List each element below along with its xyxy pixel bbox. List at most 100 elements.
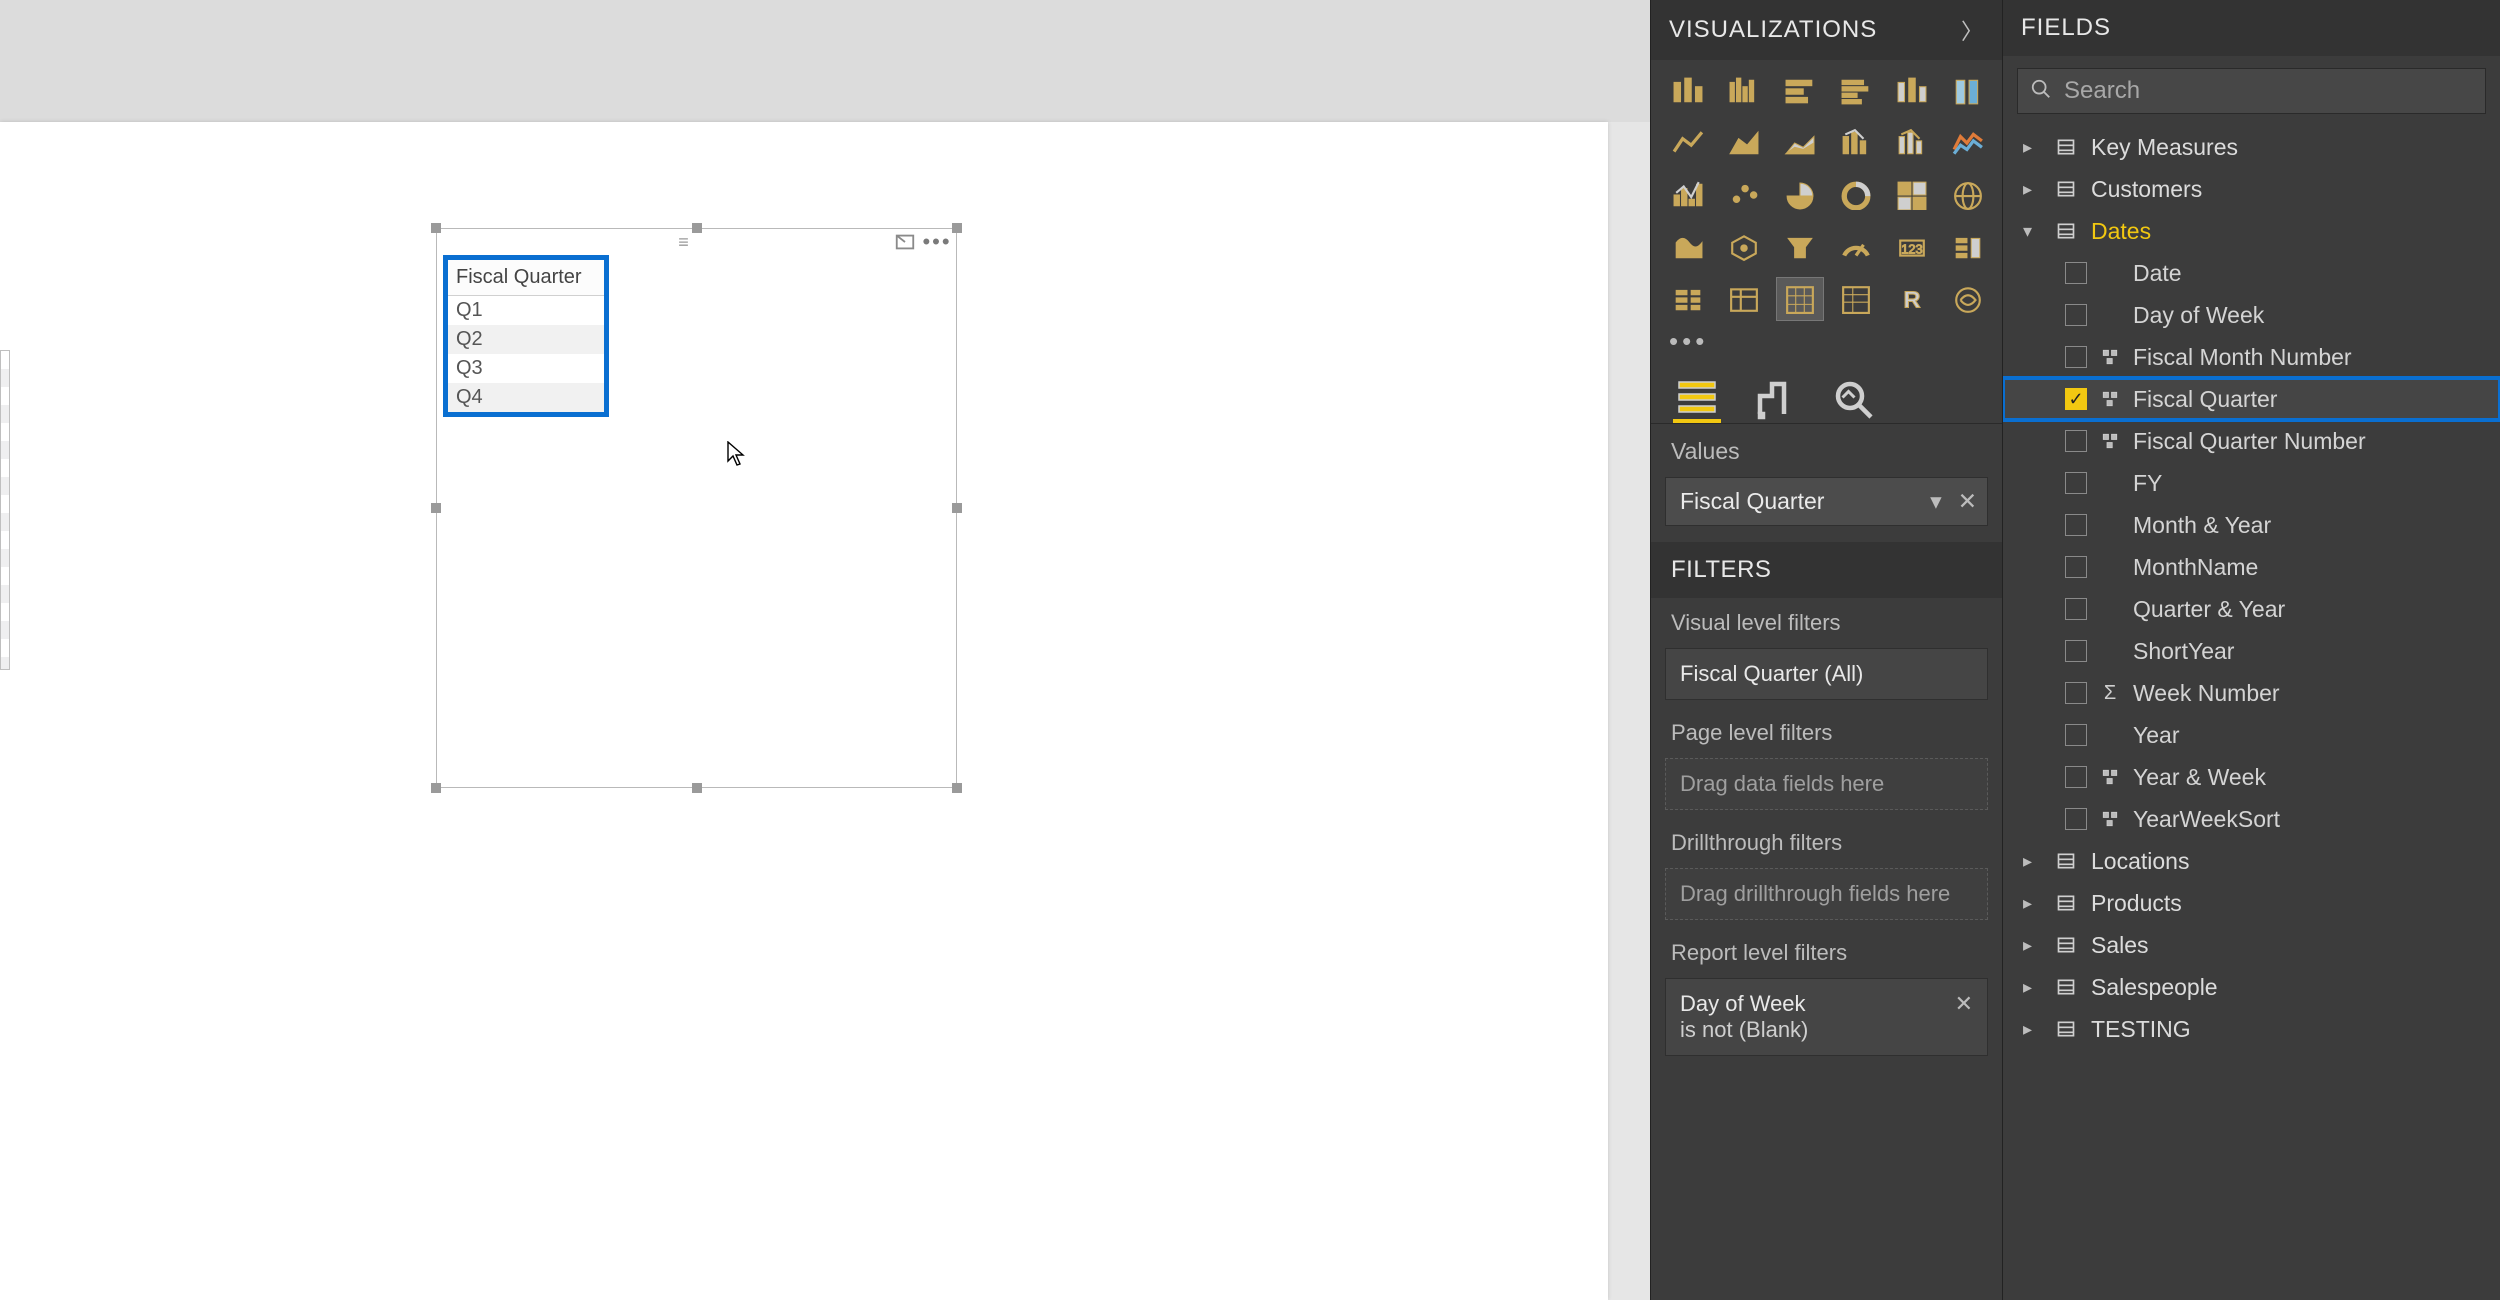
page-filters-dropzone[interactable]: Drag data fields here — [1665, 758, 1988, 810]
table-sales[interactable]: ▸Sales — [2003, 924, 2500, 966]
drillthrough-dropzone[interactable]: Drag drillthrough fields here — [1665, 868, 1988, 920]
viz-type-icon[interactable] — [1721, 174, 1767, 216]
tab-fields[interactable] — [1673, 375, 1721, 423]
filters-header[interactable]: FILTERS — [1651, 542, 2002, 598]
viz-type-icon[interactable] — [1945, 122, 1991, 164]
field-month-year[interactable]: Month & Year — [2003, 504, 2500, 546]
table-row[interactable]: Q4 — [448, 383, 604, 412]
collapse-pane-icon[interactable]: 〉 — [1961, 14, 1984, 46]
values-field-well[interactable]: Fiscal Quarter ▾ ✕ — [1665, 477, 1988, 526]
viz-type-icon[interactable] — [1833, 70, 1879, 112]
field-checkbox[interactable] — [2065, 724, 2087, 746]
field-fiscal-month-number[interactable]: Fiscal Month Number — [2003, 336, 2500, 378]
fields-search[interactable] — [2017, 68, 2486, 114]
field-checkbox[interactable] — [2065, 472, 2087, 494]
viz-type-icon[interactable] — [1889, 122, 1935, 164]
viz-type-icon[interactable] — [1721, 70, 1767, 112]
field-checkbox[interactable] — [2065, 640, 2087, 662]
field-checkbox[interactable] — [2065, 346, 2087, 368]
field-checkbox[interactable] — [2065, 262, 2087, 284]
viz-type-icon[interactable] — [1665, 174, 1711, 216]
resize-handle[interactable] — [431, 503, 441, 513]
field-checkbox[interactable] — [2065, 304, 2087, 326]
viz-type-icon[interactable] — [1665, 226, 1711, 268]
caret-right-icon[interactable]: ▸ — [2023, 1019, 2041, 1040]
table-salespeople[interactable]: ▸Salespeople — [2003, 966, 2500, 1008]
field-dropdown-icon[interactable]: ▾ — [1930, 488, 1942, 515]
table-dates[interactable]: ▾Dates — [2003, 210, 2500, 252]
viz-type-icon[interactable] — [1777, 70, 1823, 112]
table-locations[interactable]: ▸Locations — [2003, 840, 2500, 882]
visual-filter-card[interactable]: Fiscal Quarter (All) — [1665, 648, 1988, 700]
table-customers[interactable]: ▸Customers — [2003, 168, 2500, 210]
viz-type-icon[interactable]: 123 — [1889, 226, 1935, 268]
viz-type-icon[interactable] — [1889, 70, 1935, 112]
table-column-header[interactable]: Fiscal Quarter — [448, 260, 604, 296]
caret-right-icon[interactable]: ▸ — [2023, 179, 2041, 200]
resize-handle[interactable] — [952, 223, 962, 233]
viz-type-icon[interactable] — [1945, 278, 1991, 320]
field-checkbox[interactable] — [2065, 514, 2087, 536]
table-testing[interactable]: ▸TESTING — [2003, 1008, 2500, 1050]
field-fy[interactable]: FY — [2003, 462, 2500, 504]
remove-field-icon[interactable]: ✕ — [1958, 488, 1977, 515]
field-checkbox[interactable] — [2065, 430, 2087, 452]
viz-type-icon[interactable] — [1833, 122, 1879, 164]
table-row[interactable]: Q2 — [448, 325, 604, 354]
field-fiscal-quarter-number[interactable]: Fiscal Quarter Number — [2003, 420, 2500, 462]
viz-type-icon[interactable] — [1721, 122, 1767, 164]
more-visuals-icon[interactable]: ••• — [1651, 326, 2002, 367]
more-options-icon[interactable]: ••• — [926, 233, 948, 251]
resize-handle[interactable] — [431, 783, 441, 793]
viz-type-icon[interactable] — [1665, 70, 1711, 112]
tab-format[interactable] — [1751, 375, 1799, 423]
field-date[interactable]: Date — [2003, 252, 2500, 294]
field-checkbox[interactable] — [2065, 682, 2087, 704]
table-key-measures[interactable]: ▸Key Measures — [2003, 126, 2500, 168]
focus-mode-icon[interactable] — [894, 233, 916, 251]
viz-type-icon[interactable] — [1777, 122, 1823, 164]
viz-type-icon[interactable] — [1833, 174, 1879, 216]
viz-type-icon[interactable] — [1721, 226, 1767, 268]
resize-handle[interactable] — [431, 223, 441, 233]
fields-pane-header[interactable]: FIELDS — [2003, 0, 2500, 56]
caret-right-icon[interactable]: ▸ — [2023, 893, 2041, 914]
field-quarter-year[interactable]: Quarter & Year — [2003, 588, 2500, 630]
field-checkbox[interactable]: ✓ — [2065, 388, 2087, 410]
field-year[interactable]: Year — [2003, 714, 2500, 756]
field-monthname[interactable]: MonthName — [2003, 546, 2500, 588]
viz-type-icon[interactable] — [1889, 174, 1935, 216]
table-products[interactable]: ▸Products — [2003, 882, 2500, 924]
viz-type-icon[interactable] — [1665, 122, 1711, 164]
viz-type-icon[interactable] — [1945, 174, 1991, 216]
caret-right-icon[interactable]: ▸ — [2023, 851, 2041, 872]
field-checkbox[interactable] — [2065, 766, 2087, 788]
field-checkbox[interactable] — [2065, 598, 2087, 620]
visualizations-pane-header[interactable]: VISUALIZATIONS 〉 — [1651, 0, 2002, 60]
table-row[interactable]: Q1 — [448, 296, 604, 325]
viz-type-icon[interactable] — [1833, 278, 1879, 320]
viz-type-icon[interactable] — [1721, 278, 1767, 320]
tab-analytics[interactable] — [1829, 375, 1877, 423]
caret-right-icon[interactable]: ▸ — [2023, 977, 2041, 998]
field-week-number[interactable]: ΣWeek Number — [2003, 672, 2500, 714]
resize-handle[interactable] — [952, 783, 962, 793]
field-fiscal-quarter[interactable]: ✓Fiscal Quarter — [2003, 378, 2500, 420]
viz-type-icon[interactable] — [1945, 70, 1991, 112]
field-checkbox[interactable] — [2065, 556, 2087, 578]
viz-type-icon[interactable] — [1945, 226, 1991, 268]
resize-handle[interactable] — [692, 223, 702, 233]
viz-type-icon[interactable]: R — [1889, 278, 1935, 320]
caret-right-icon[interactable]: ▸ — [2023, 935, 2041, 956]
caret-right-icon[interactable]: ▸ — [2023, 137, 2041, 158]
viz-type-icon[interactable] — [1777, 226, 1823, 268]
field-checkbox[interactable] — [2065, 808, 2087, 830]
viz-type-icon[interactable] — [1665, 278, 1711, 320]
remove-report-filter-icon[interactable]: ✕ — [1955, 991, 1973, 1017]
drag-grip-icon[interactable]: ≡ — [678, 232, 691, 253]
field-yearweeksort[interactable]: YearWeekSort — [2003, 798, 2500, 840]
viz-type-icon[interactable] — [1833, 226, 1879, 268]
report-canvas[interactable]: ≡ ••• Fiscal Quarter Q1Q2Q3Q4 — [0, 0, 1650, 1300]
viz-type-icon[interactable] — [1777, 174, 1823, 216]
report-filter-card[interactable]: ✕ Day of Week is not (Blank) — [1665, 978, 1988, 1056]
